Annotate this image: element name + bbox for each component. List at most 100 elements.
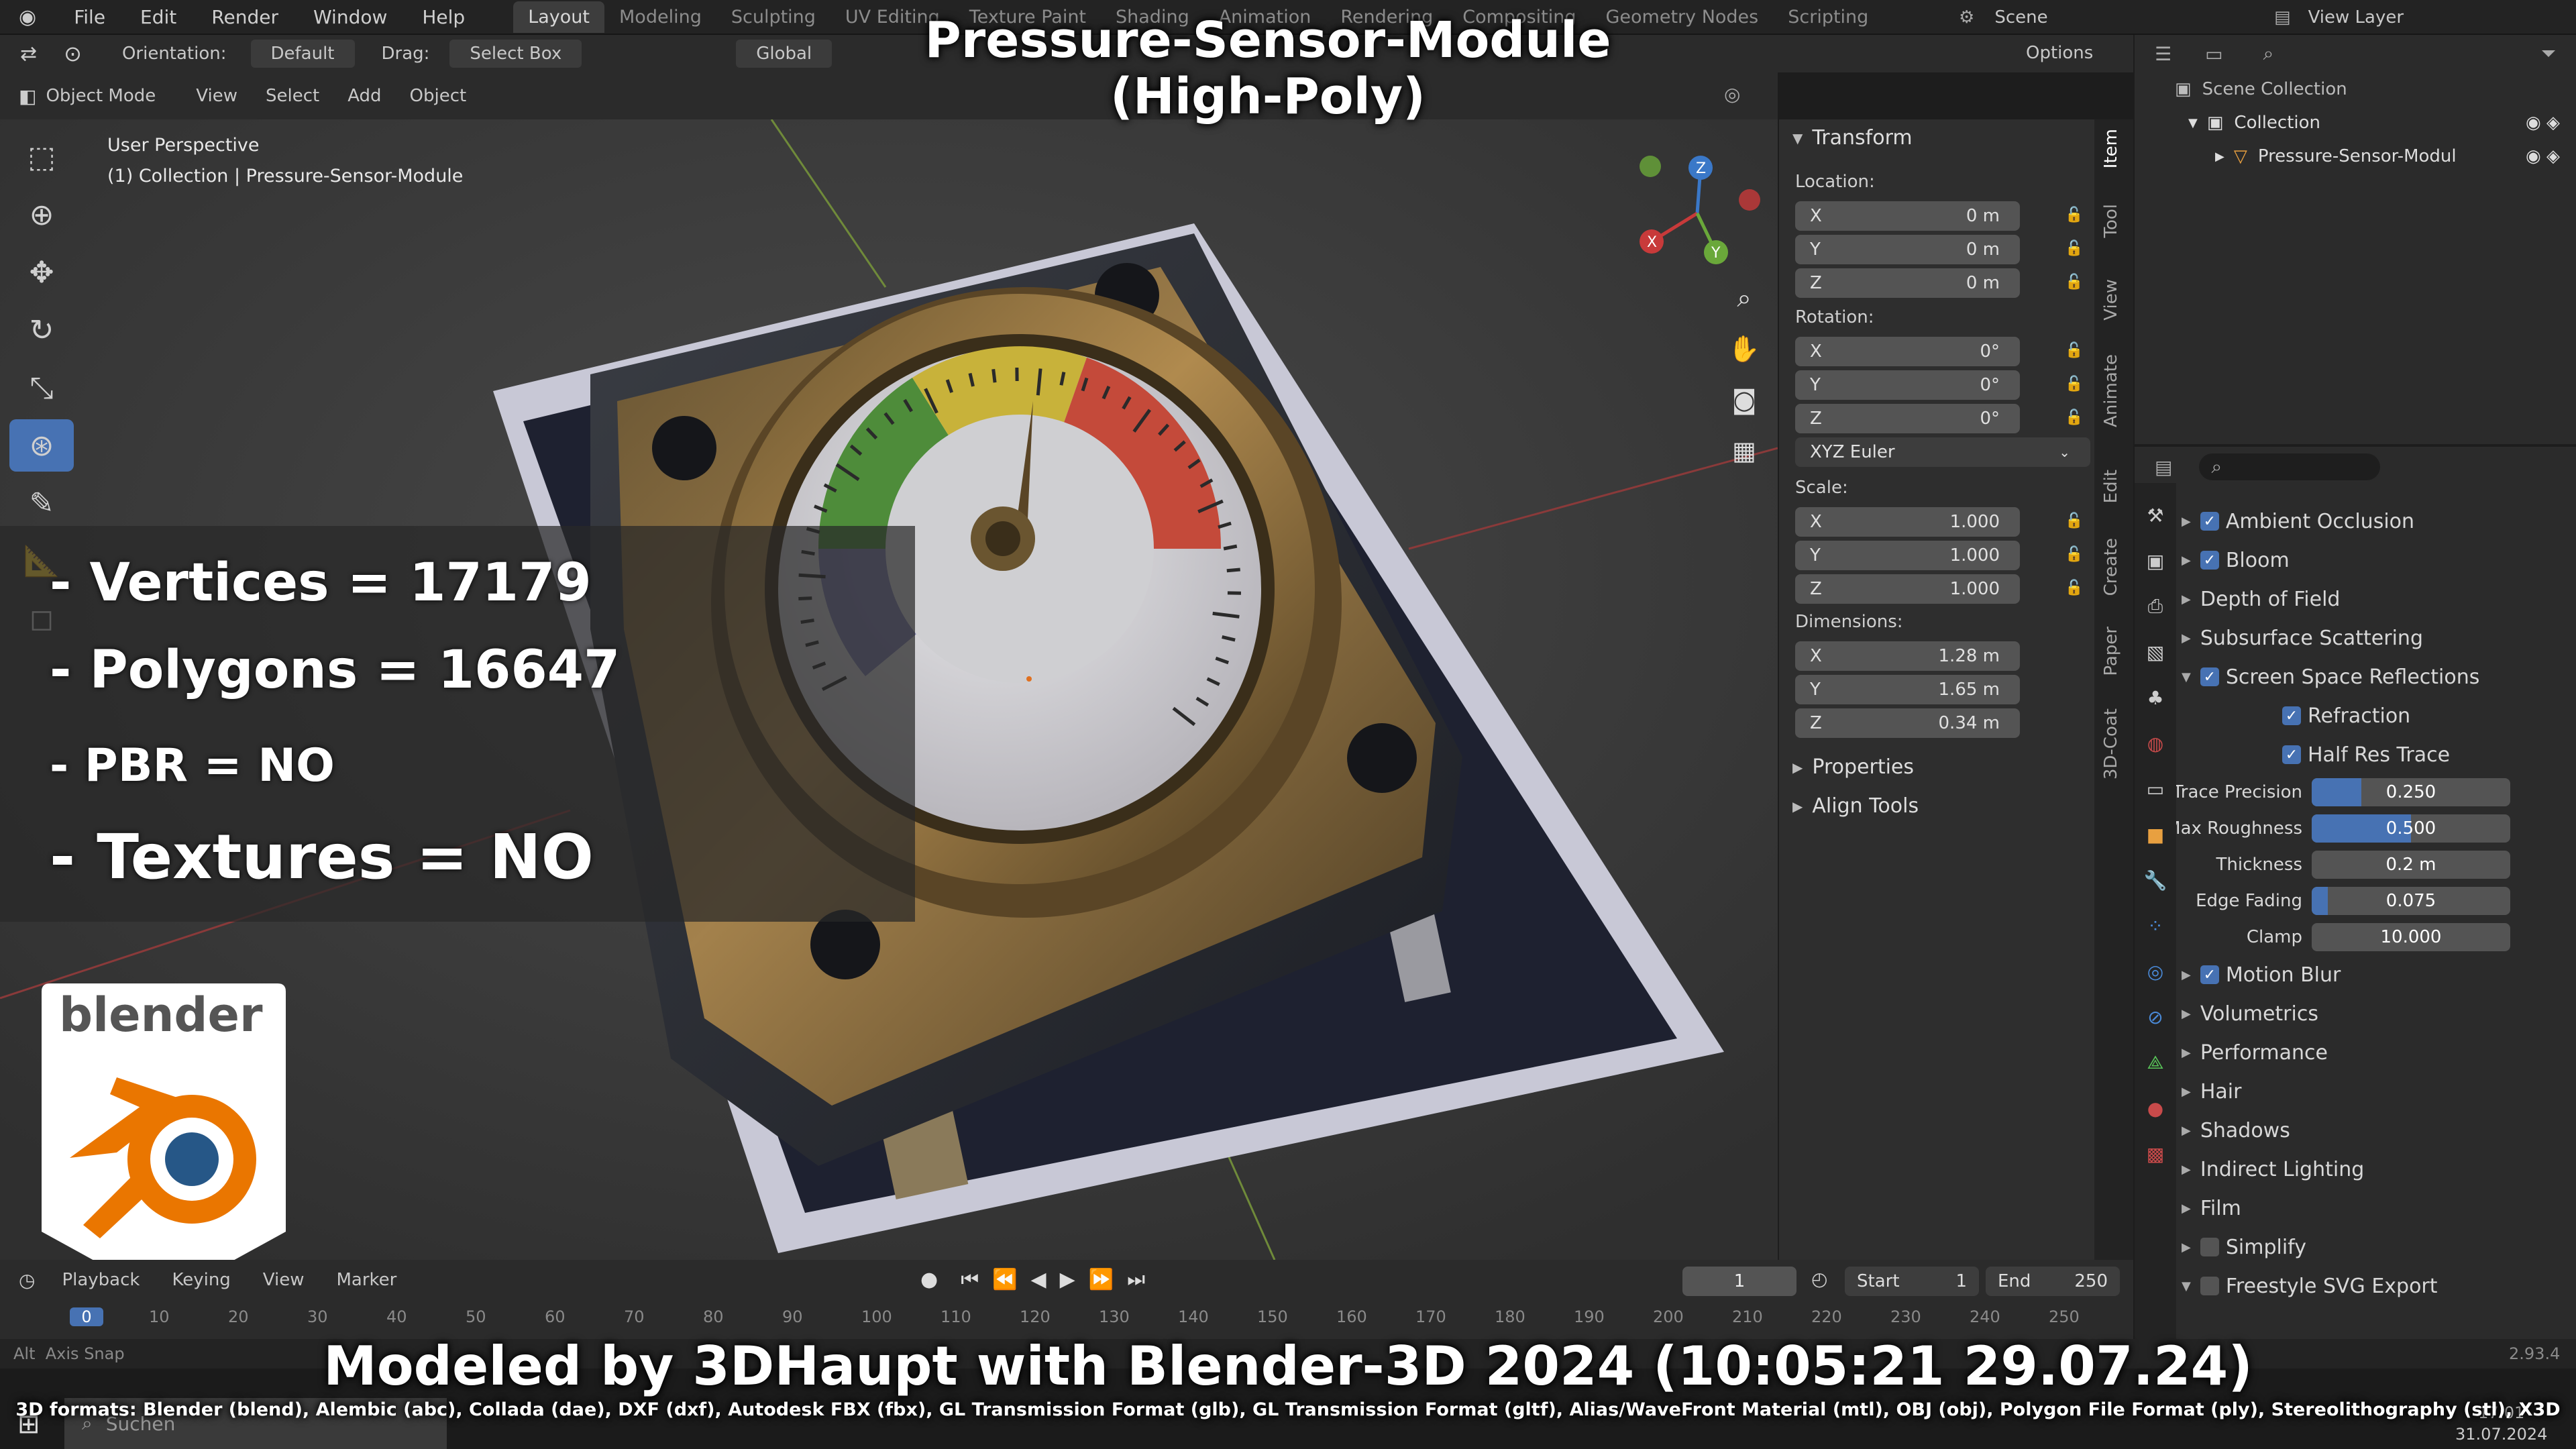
slider-thickness[interactable]: 0.2 m xyxy=(2312,851,2510,879)
rotation-mode-dropdown[interactable]: XYZ Euler ⌄ xyxy=(1795,437,2090,467)
options-dropdown[interactable]: Options xyxy=(2026,43,2093,63)
tab-sculpting[interactable]: Sculpting xyxy=(716,1,830,33)
scale-y-field[interactable]: Y 1.000 xyxy=(1795,541,2020,570)
camera-icon[interactable]: ◙ xyxy=(1724,374,1764,425)
timeline-menu-view[interactable]: View xyxy=(263,1270,305,1290)
menu-item-file[interactable]: File xyxy=(74,6,105,28)
timeline-menu-keying[interactable]: Keying xyxy=(172,1270,230,1290)
tab-scripting[interactable]: Scripting xyxy=(1773,1,1883,33)
lock-icon[interactable]: 🔓 xyxy=(2065,207,2083,223)
modifier-tab-icon[interactable]: 🔧 xyxy=(2141,865,2170,895)
visibility-eye-icon[interactable]: ◉ ◈ xyxy=(2526,113,2560,133)
sidebar-tab-animate[interactable]: Animate xyxy=(2101,354,2121,427)
lock-icon[interactable]: 🔓 xyxy=(2065,580,2083,596)
scale-z-field[interactable]: Z 1.000 xyxy=(1795,574,2020,604)
prop-row-depth-of-field[interactable]: ▶ Depth of Field xyxy=(2182,580,2571,619)
prop-row-ambient-occlusion[interactable]: ▶ ✓ Ambient Occlusion xyxy=(2182,502,2571,541)
menu-item-edit[interactable]: Edit xyxy=(140,6,176,28)
active-tool-icon[interactable]: ⊙ xyxy=(64,41,82,66)
viewport-menu-view[interactable]: View xyxy=(196,86,237,106)
pan-hand-icon[interactable]: ✋ xyxy=(1724,323,1764,374)
transform-orientation-dropdown[interactable]: Global xyxy=(736,40,833,68)
wireframe-shading-icon[interactable]: ◎ xyxy=(1724,83,1740,105)
render-tab-icon[interactable]: ▣ xyxy=(2141,546,2170,576)
checkbox[interactable]: ✓ xyxy=(2200,551,2219,570)
dimensions-z-field[interactable]: Z 0.34 m xyxy=(1795,708,2020,738)
view-layer-tab-icon[interactable]: ▧ xyxy=(2141,637,2170,667)
scale-x-field[interactable]: X 1.000 xyxy=(1795,507,2020,537)
scene-selector[interactable]: ⚙ Scene xyxy=(1959,0,2048,35)
end-frame-field[interactable]: End 250 xyxy=(1986,1267,2120,1296)
checkbox[interactable] xyxy=(2200,1277,2219,1295)
tool-icon[interactable]: ⇄ xyxy=(20,42,37,66)
sidebar-tab-item[interactable]: Item xyxy=(2101,129,2121,168)
tab-modeling[interactable]: Modeling xyxy=(604,1,716,33)
next-keyframe-icon[interactable]: ⏩ xyxy=(1089,1268,1114,1291)
menu-item-render[interactable]: Render xyxy=(211,6,278,28)
sidebar-tab-paper[interactable]: Paper xyxy=(2101,627,2121,676)
shading-buttons[interactable]: ◎ xyxy=(1724,83,1740,105)
annotate-tool-icon[interactable]: ✎ xyxy=(9,477,74,529)
timeline-editor-icon[interactable]: ◷ xyxy=(19,1269,35,1291)
checkbox[interactable]: ✓ xyxy=(2200,965,2219,984)
checkbox[interactable]: ✓ xyxy=(2282,706,2301,725)
display-mode-icon[interactable]: ☰ xyxy=(2155,43,2171,65)
slider-max-roughness[interactable]: 0.500 xyxy=(2312,814,2510,843)
search-icon[interactable]: ⌕ xyxy=(2263,42,2274,65)
play-icon[interactable]: ▶ xyxy=(1060,1268,1075,1291)
lock-icon[interactable]: 🔓 xyxy=(2065,409,2083,426)
grid-icon[interactable]: ▦ xyxy=(1724,425,1764,476)
transform-tool-icon[interactable]: ⊛ xyxy=(9,419,74,472)
jump-end-icon[interactable]: ⏭ xyxy=(1127,1268,1145,1291)
sidebar-tab-view[interactable]: View xyxy=(2101,279,2121,321)
viewport-menu-select[interactable]: Select xyxy=(266,86,319,106)
sidebar-tab-tool[interactable]: Tool xyxy=(2101,204,2121,238)
dimensions-x-field[interactable]: X 1.28 m xyxy=(1795,641,2020,671)
scene-tab-icon[interactable]: ♣ xyxy=(2141,683,2170,712)
filter-view-icon[interactable]: ▭ xyxy=(2205,43,2222,65)
prop-row-freestyle[interactable]: ▼ Freestyle SVG Export xyxy=(2182,1267,2571,1305)
rotate-tool-icon[interactable]: ↻ xyxy=(9,304,74,356)
checkbox[interactable]: ✓ xyxy=(2200,667,2219,686)
jump-start-icon[interactable]: ⏮ xyxy=(961,1268,979,1291)
start-frame-field[interactable]: Start 1 xyxy=(1845,1267,1979,1296)
physics-tab-icon[interactable]: ◎ xyxy=(2141,957,2170,986)
current-frame-field[interactable]: 1 xyxy=(1682,1267,1796,1296)
filter-icon[interactable]: ⏷ xyxy=(2541,42,2556,65)
prop-row-performance[interactable]: ▶ Performance xyxy=(2182,1033,2571,1072)
rotation-y-field[interactable]: Y 0° xyxy=(1795,370,2020,400)
location-x-field[interactable]: X 0 m xyxy=(1795,201,2020,231)
sidebar-tab-3d-coat[interactable]: 3D-Coat xyxy=(2101,708,2121,780)
slider-trace-precision[interactable]: 0.250 xyxy=(2312,778,2510,806)
scene-collection-row[interactable]: ▣ Scene Collection xyxy=(2135,72,2576,106)
slider-clamp[interactable]: 10.000 xyxy=(2312,923,2510,951)
data-tab-icon[interactable]: ⟁ xyxy=(2141,1048,2170,1077)
menu-item-help[interactable]: Help xyxy=(422,6,465,28)
world-tab-icon[interactable]: ◍ xyxy=(2141,729,2170,758)
timeline-menu-marker[interactable]: Marker xyxy=(337,1270,397,1290)
record-icon[interactable]: ● xyxy=(920,1268,938,1291)
rotation-x-field[interactable]: X 0° xyxy=(1795,337,2020,366)
dimensions-y-field[interactable]: Y 1.65 m xyxy=(1795,675,2020,704)
particles-tab-icon[interactable]: ⁘ xyxy=(2141,911,2170,941)
prop-row-screen-space-reflections[interactable]: ▼ ✓ Screen Space Reflections xyxy=(2182,657,2571,696)
lock-icon[interactable]: 🔓 xyxy=(2065,240,2083,257)
timeline-menu-playback[interactable]: Playback xyxy=(62,1270,140,1290)
visibility-eye-icon[interactable]: ◉ ◈ xyxy=(2526,146,2560,166)
object-tab-icon[interactable]: ■ xyxy=(2141,820,2170,849)
lock-icon[interactable]: 🔓 xyxy=(2065,274,2083,290)
lock-icon[interactable]: 🔓 xyxy=(2065,342,2083,359)
object-row[interactable]: ▶ ▽ Pressure-Sensor-Modul ◉ ◈ xyxy=(2135,140,2576,173)
prop-row-bloom[interactable]: ▶ ✓ Bloom xyxy=(2182,541,2571,580)
select-box-icon[interactable]: ⬚ xyxy=(9,131,74,183)
transform-header[interactable]: ▼ Transform xyxy=(1792,126,1913,150)
location-y-field[interactable]: Y 0 m xyxy=(1795,235,2020,264)
output-tab-icon[interactable]: ⎙ xyxy=(2141,592,2170,621)
prop-row-refraction[interactable]: ✓ Refraction xyxy=(2182,696,2571,735)
align-tools-header[interactable]: ▶ Align Tools xyxy=(1792,794,1919,818)
mode-dropdown[interactable]: Object Mode xyxy=(46,86,156,106)
material-tab-icon[interactable]: ● xyxy=(2141,1093,2170,1123)
blender-menu-icon[interactable]: ◉ xyxy=(19,5,36,29)
lock-icon[interactable]: 🔓 xyxy=(2065,546,2083,563)
prop-row-film[interactable]: ▶ Film xyxy=(2182,1189,2571,1228)
